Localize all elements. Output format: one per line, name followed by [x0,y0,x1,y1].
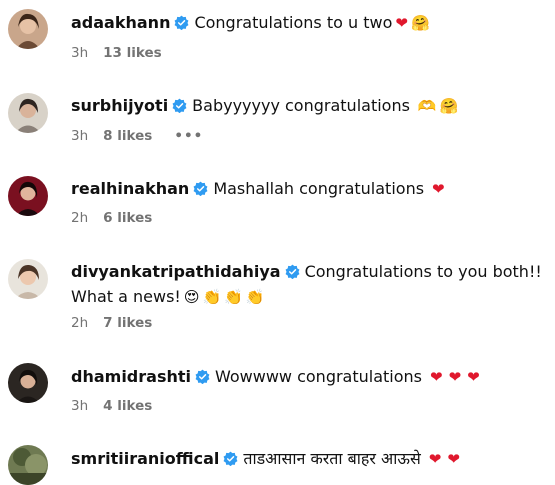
avatar[interactable] [8,93,48,133]
heart-emoji: ❤ [448,368,462,386]
heart-hands-emoji: 🫶 [417,97,437,115]
verified-badge-icon [195,369,210,384]
heart-emoji: ❤ [430,368,443,386]
comment-time: 3h [71,128,89,144]
username[interactable]: realhinakhan [71,179,189,198]
avatar[interactable] [8,259,48,299]
likes-count[interactable]: 7 likes [103,315,152,331]
comment-time: 3h [71,45,89,61]
avatar[interactable] [8,176,48,216]
comment-time: 2h [71,315,89,331]
comment-text: Babyyyyyy congratulations [192,96,410,115]
verified-badge-icon [223,451,238,466]
comment-time: 3h [71,398,89,414]
comment-text: Mashallah congratulations [213,179,425,198]
verified-badge-icon [172,98,187,113]
username[interactable]: dhamidrashti [71,367,191,386]
avatar[interactable] [8,363,48,403]
avatar[interactable] [8,9,48,49]
clapping-hands-emoji: 👏 [245,288,265,306]
clapping-hands-emoji: 👏 [202,288,222,306]
heart-emoji: ❤ [447,450,460,468]
comment-text: Congratulations to u two [194,13,393,32]
comment-time: 2h [71,210,89,226]
heart-emoji: ❤ [432,180,445,198]
username[interactable]: smritiiranioffical [71,449,219,468]
heart-emoji: ❤ [467,368,480,386]
likes-count[interactable]: 8 likes [103,128,152,144]
verified-badge-icon [285,264,300,279]
more-options-icon[interactable]: ••• [174,128,203,144]
username[interactable]: surbhijyoti [71,96,168,115]
hug-emoji: 🤗 [439,97,459,115]
heart-eyes-emoji: 😍 [183,288,200,306]
username[interactable]: adaakhann [71,13,170,32]
likes-count[interactable]: 13 likes [103,45,162,61]
hug-emoji: 🤗 [410,14,430,32]
likes-count[interactable]: 6 likes [103,210,152,226]
comment-text: Wowwww congratulations [214,367,422,386]
comment-text: ताडआसान करता बाहर आऊसे [243,449,421,468]
likes-count[interactable]: 4 likes [103,398,152,414]
verified-badge-icon [174,15,189,30]
heart-emoji: ❤ [428,450,442,468]
avatar[interactable] [8,445,48,485]
heart-emoji: ❤ [395,14,408,32]
clapping-hands-emoji: 👏 [224,288,243,306]
verified-badge-icon [193,181,208,196]
username[interactable]: divyankatripathidahiya [71,262,281,281]
